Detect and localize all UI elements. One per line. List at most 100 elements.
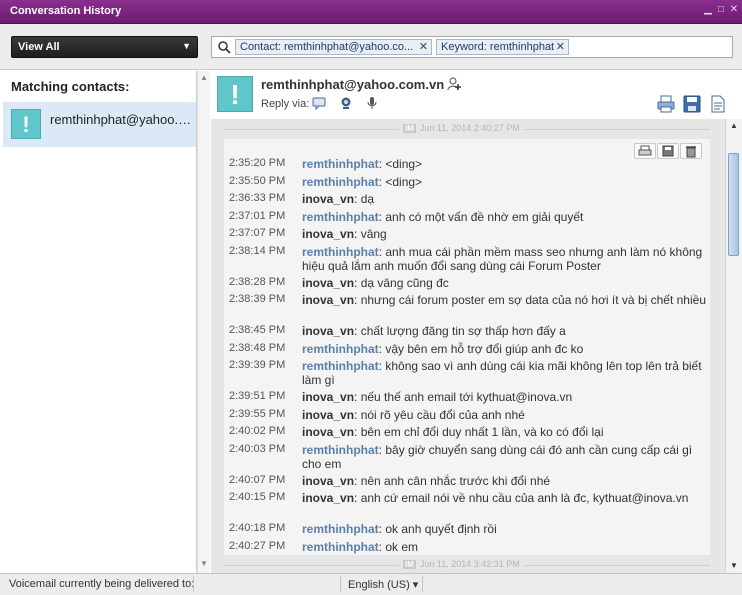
message-text: : vậy bên em hỗ trợ đổi giúp anh đc ko (378, 341, 584, 356)
export-icon[interactable] (709, 95, 727, 113)
message-body: inova_vn: vâng (302, 227, 707, 241)
contact-list-item[interactable]: ! remthinhphat@yahoo.… (3, 102, 196, 147)
message-sender: inova_vn (302, 390, 355, 404)
message-time: 2:38:45 PM (229, 324, 286, 336)
chip-label: Contact: remthinhphat@yahoo.co... (240, 41, 414, 53)
message-time: 2:38:14 PM (229, 244, 286, 257)
language-selector[interactable]: English (US) ▾ (348, 578, 418, 591)
message-time: 2:35:20 PM (229, 157, 286, 169)
im-badge: IM (403, 124, 416, 133)
message-sender: remthinhphat (302, 174, 379, 189)
print-icon (638, 145, 652, 156)
message-sender: inova_vn (302, 407, 355, 422)
scroll-up-icon[interactable]: ▲ (730, 121, 738, 130)
avatar: ! (11, 109, 41, 139)
message-time: 2:40:27 PM (229, 539, 286, 552)
remove-chip-icon[interactable]: ✕ (419, 40, 428, 53)
message-time: 2:37:01 PM (229, 209, 286, 222)
conversation-header: ! remthinhphat@yahoo.com.vn Reply via: (211, 71, 742, 119)
search-input[interactable]: Contact: remthinhphat@yahoo.co... ✕ Keyw… (211, 36, 733, 58)
im-badge: IM (403, 560, 416, 569)
contacts-scrollbar[interactable]: ▲ ▼ (197, 71, 210, 573)
conversation-card: 2:35:20 PM remthinhphat: <ding> 2:35:50 PM… (224, 139, 710, 555)
message-sender: inova_vn (302, 425, 355, 439)
scroll-up-icon[interactable]: ▲ (200, 73, 208, 82)
session-timestamp: Jun 11, 2014 3:42:31 PM (419, 559, 520, 569)
chip-label: Keyword: remthinhphat (441, 41, 555, 53)
contact-email: remthinhphat@yahoo.com.vn (261, 77, 445, 92)
scroll-down-icon[interactable]: ▼ (200, 559, 208, 568)
message-text: : nếu thế anh email tới kythuat@inova.vn (354, 390, 573, 404)
message-text: : bên em chỉ đổi duy nhất 1 lần, và ko c… (354, 425, 604, 439)
message-body: remthinhphat: vậy bên em hỗ trợ đổi giúp… (302, 342, 707, 356)
message-text: : chất lượng đăng tin sợ thấp hơn đấy a (354, 324, 566, 338)
message-body: inova_vn: nói rõ yêu cầu đổi của anh nhé (302, 408, 707, 422)
scroll-down-icon[interactable]: ▼ (730, 561, 738, 570)
avatar-glyph: ! (230, 79, 240, 110)
message-time: 2:39:39 PM (229, 359, 286, 371)
message-sender: remthinhphat (302, 522, 379, 536)
toolbar: View All ▼ Contact: remthinhphat@yahoo.c… (0, 24, 742, 70)
conversation-log: IM Jun 11, 2014 2:40:27 PM 2:35:20 PM re… (211, 119, 725, 573)
minimize-icon[interactable]: ▁ (702, 4, 714, 16)
message-time: 2:40:03 PM (229, 442, 286, 455)
message-body: inova_vn: nên anh cân nhắc trước khi đổi… (302, 474, 707, 488)
message-time: 2:39:55 PM (229, 407, 286, 420)
matching-contacts-heading: Matching contacts: (11, 79, 130, 94)
save-icon (662, 145, 674, 157)
message-text: : <ding> (378, 157, 423, 171)
message-sender: inova_vn (302, 473, 355, 488)
message-body: inova_vn: chất lượng đăng tin sợ thấp hơ… (302, 324, 707, 338)
message-time: 2:40:15 PM (229, 491, 286, 503)
save-icon[interactable] (683, 95, 701, 113)
message-time: 2:40:18 PM (229, 522, 286, 534)
message-body: remthinhphat: bây giờ chuyển sang dùng c… (302, 443, 707, 471)
message-time: 2:35:50 PM (229, 174, 286, 187)
message-sender: remthinhphat (302, 244, 379, 259)
conversation-pane: ! remthinhphat@yahoo.com.vn Reply via: I… (211, 71, 742, 573)
im-icon[interactable] (312, 96, 326, 110)
message-body: inova_vn: bên em chỉ đổi duy nhất 1 lần,… (302, 425, 707, 439)
session-timestamp: Jun 11, 2014 2:40:27 PM (419, 123, 520, 133)
add-contact-icon[interactable] (447, 77, 461, 91)
maximize-icon[interactable]: □ (715, 4, 727, 16)
message-body: remthinhphat: <ding> (302, 175, 707, 189)
search-icon (218, 41, 231, 54)
message-time: 2:38:48 PM (229, 341, 286, 354)
message-text: : nên anh cân nhắc trước khi đổi nhé (354, 473, 551, 488)
voicemail-status: Voicemail currently being delivered to: (9, 578, 195, 590)
session-date: IM Jun 11, 2014 3:42:31 PM (399, 559, 524, 569)
language-label: English (US) (348, 579, 410, 591)
message-sender: inova_vn (302, 227, 355, 241)
message-sender: inova_vn (302, 275, 355, 290)
remove-chip-icon[interactable]: ✕ (556, 40, 565, 53)
avatar-glyph: ! (22, 112, 30, 137)
message-time: 2:38:28 PM (229, 275, 286, 288)
message-text: : <ding> (378, 174, 423, 189)
message-time: 2:40:07 PM (229, 473, 286, 486)
webcam-icon[interactable] (339, 96, 353, 110)
session-date: IM Jun 11, 2014 2:40:27 PM (399, 123, 524, 133)
message-sender: remthinhphat (302, 539, 379, 554)
search-chip-contact[interactable]: Contact: remthinhphat@yahoo.co... ✕ (235, 39, 432, 55)
close-icon[interactable]: ✕ (728, 4, 740, 16)
view-filter-label: View All (18, 41, 60, 53)
status-bar: Voicemail currently being delivered to: … (0, 573, 742, 595)
message-time: 2:36:33 PM (229, 192, 286, 204)
message-body: inova_vn: anh cứ email nói về nhu cầu củ… (302, 491, 707, 505)
microphone-icon[interactable] (365, 96, 379, 110)
contact-name: remthinhphat@yahoo.… (50, 112, 192, 127)
scrollbar-thumb[interactable] (728, 153, 739, 256)
avatar: ! (217, 76, 253, 112)
view-filter-dropdown[interactable]: View All ▼ (11, 36, 198, 58)
message-body: inova_vn: nếu thế anh email tới kythuat@… (302, 390, 707, 404)
message-body: inova_vn: nhưng cái forum poster em sợ d… (302, 293, 707, 307)
message-sender: remthinhphat (302, 359, 379, 373)
search-chip-keyword[interactable]: Keyword: remthinhphat ✕ (436, 39, 569, 55)
message-body: remthinhphat: anh có một vấn đề nhờ em g… (302, 210, 707, 224)
message-body: inova_vn: dạ (302, 192, 707, 206)
conversation-scrollbar[interactable]: ▲ ▼ (725, 119, 742, 573)
message-sender: remthinhphat (302, 209, 379, 224)
chevron-down-icon: ▼ (182, 41, 191, 51)
print-icon[interactable] (657, 95, 675, 113)
